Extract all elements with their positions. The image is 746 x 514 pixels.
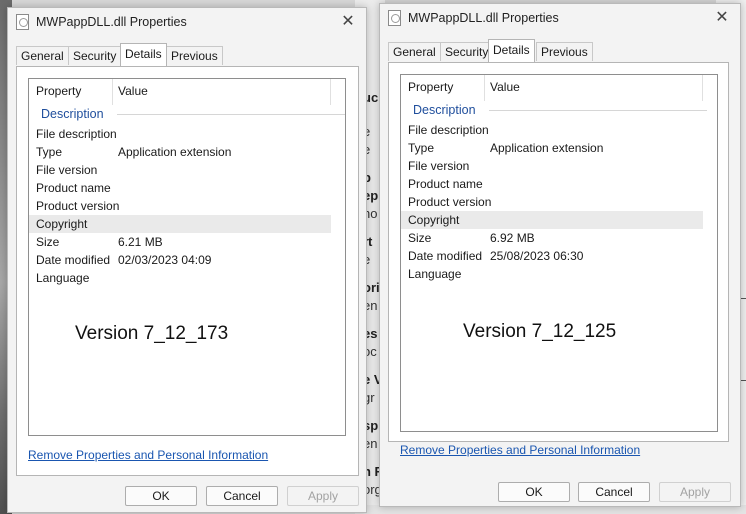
column-header-value[interactable]: Value (118, 84, 148, 98)
ok-button[interactable]: OK (125, 486, 197, 506)
column-header-value[interactable]: Value (490, 80, 520, 94)
table-row[interactable]: Date modified 25/08/2023 06:30 (401, 247, 703, 265)
property-value: 02/03/2023 04:09 (118, 253, 212, 267)
group-label-description: Description (41, 107, 104, 121)
property-name: Language (408, 267, 462, 281)
table-row[interactable]: Copyright (401, 211, 703, 229)
column-header-property[interactable]: Property (36, 84, 81, 98)
group-label-description: Description (413, 103, 476, 117)
property-value: Application extension (118, 145, 232, 159)
properties-dialog-left: MWPappDLL.dll Properties ✕ General Secur… (7, 7, 367, 513)
property-name: Copyright (36, 217, 88, 231)
dll-file-icon (388, 10, 401, 26)
property-name: Product version (408, 195, 492, 209)
property-name: Product version (36, 199, 120, 213)
property-name: Date modified (408, 249, 483, 263)
table-row[interactable]: File description (29, 125, 331, 143)
property-value: 6.92 MB (490, 231, 535, 245)
window-title: MWPappDLL.dll Properties (36, 15, 187, 29)
title-bar[interactable]: MWPappDLL.dll Properties ✕ (380, 4, 740, 34)
property-name: Copyright (408, 213, 460, 227)
table-row[interactable]: Product version (29, 197, 331, 215)
apply-button[interactable]: Apply (659, 482, 731, 502)
version-annotation: Version 7_12_173 (75, 323, 229, 344)
table-row[interactable]: Product name (29, 179, 331, 197)
table-row[interactable]: Product name (401, 175, 703, 193)
remove-properties-link[interactable]: Remove Properties and Personal Informati… (400, 443, 640, 457)
window-title: MWPappDLL.dll Properties (408, 11, 559, 25)
properties-dialog-right: MWPappDLL.dll Properties ✕ General Secur… (379, 3, 741, 507)
properties-list[interactable]: Property Value Description File descript… (400, 74, 718, 432)
table-row[interactable]: Size 6.92 MB (401, 229, 703, 247)
table-row[interactable]: Language (29, 269, 331, 287)
remove-properties-link[interactable]: Remove Properties and Personal Informati… (28, 448, 268, 462)
table-row[interactable]: File version (401, 157, 703, 175)
list-header: Property Value (401, 75, 717, 101)
table-row[interactable]: Date modified 02/03/2023 04:09 (29, 251, 331, 269)
close-icon[interactable]: ✕ (338, 12, 358, 32)
close-icon[interactable]: ✕ (712, 8, 732, 28)
property-name: Product name (408, 177, 483, 191)
table-row[interactable]: Type Application extension (29, 143, 331, 161)
table-row[interactable]: Language (401, 265, 703, 283)
column-divider[interactable] (330, 79, 331, 105)
cancel-button[interactable]: Cancel (578, 482, 650, 502)
property-name: Language (36, 271, 90, 285)
property-name: Size (36, 235, 60, 249)
property-name: Date modified (36, 253, 111, 267)
property-value: 25/08/2023 06:30 (490, 249, 584, 263)
version-annotation: Version 7_12_125 (463, 321, 617, 342)
property-name: Product name (36, 181, 111, 195)
table-row[interactable]: Copyright (29, 215, 331, 233)
group-divider (117, 114, 345, 115)
title-bar[interactable]: MWPappDLL.dll Properties ✕ (8, 8, 366, 38)
table-row[interactable]: File description (401, 121, 703, 139)
dll-file-icon (16, 14, 29, 30)
details-panel: Property Value Description File descript… (388, 62, 729, 442)
property-name: Type (36, 145, 63, 159)
tab-general[interactable]: General (16, 46, 69, 65)
tab-details[interactable]: Details (488, 39, 535, 62)
column-header-property[interactable]: Property (408, 80, 453, 94)
tab-previous-versions[interactable]: Previous Versions (536, 42, 593, 77)
tab-security[interactable]: Security (440, 42, 494, 61)
property-value: Application extension (490, 141, 604, 155)
list-header: Property Value (29, 79, 345, 105)
property-value: 6.21 MB (118, 235, 163, 249)
table-row[interactable]: Product version (401, 193, 703, 211)
column-divider[interactable] (702, 75, 703, 101)
details-panel: Property Value Description File descript… (16, 66, 359, 476)
column-divider[interactable] (484, 75, 485, 101)
column-divider[interactable] (112, 79, 113, 105)
table-row[interactable]: File version (29, 161, 331, 179)
tab-general[interactable]: General (388, 42, 441, 61)
property-name: Size (408, 231, 432, 245)
table-row[interactable]: Type Application extension (401, 139, 703, 157)
tab-details[interactable]: Details (120, 43, 167, 66)
apply-button[interactable]: Apply (287, 486, 359, 506)
property-name: File description (408, 123, 489, 137)
property-name: Type (408, 141, 435, 155)
table-row[interactable]: Size 6.21 MB (29, 233, 331, 251)
cancel-button[interactable]: Cancel (206, 486, 278, 506)
tab-security[interactable]: Security (68, 46, 122, 65)
group-divider (489, 110, 707, 111)
property-name: File version (36, 163, 98, 177)
properties-list[interactable]: Property Value Description File descript… (28, 78, 346, 436)
tab-previous-versions[interactable]: Previous Versions (166, 46, 223, 81)
ok-button[interactable]: OK (498, 482, 570, 502)
property-name: File version (408, 159, 470, 173)
property-name: File description (36, 127, 117, 141)
